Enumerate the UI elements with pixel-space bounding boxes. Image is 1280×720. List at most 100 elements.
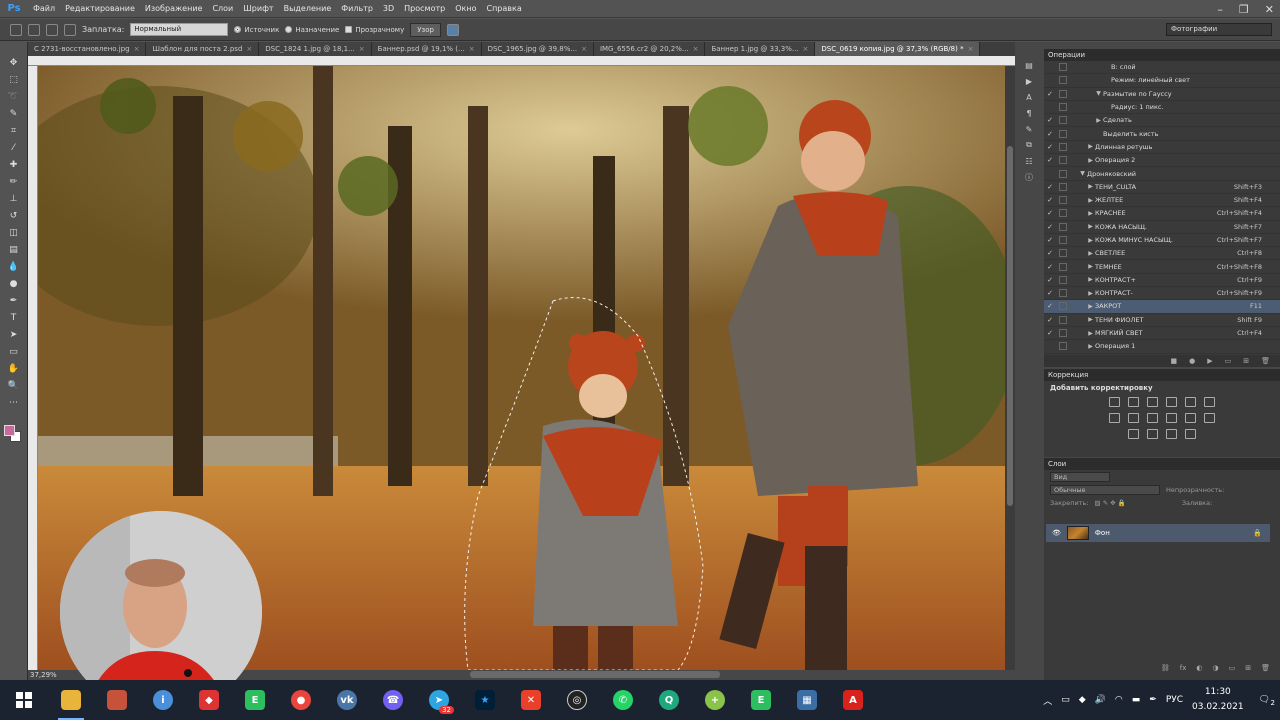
check-icon[interactable]: ✓ xyxy=(1044,156,1056,164)
check-icon[interactable]: ✓ xyxy=(1044,143,1056,151)
canvas-horizontal-scrollbar[interactable] xyxy=(470,671,720,678)
threshold-icon[interactable] xyxy=(1147,429,1158,439)
patch-mode-select[interactable]: Нормальный xyxy=(130,23,229,36)
clone-stamp-icon[interactable]: ⊥ xyxy=(7,192,21,206)
dialog-toggle-icon[interactable] xyxy=(1059,182,1067,191)
brush-preset-icon[interactable]: ✎ xyxy=(1023,124,1035,134)
channel-mixer-icon[interactable] xyxy=(1166,413,1177,423)
menu-help[interactable]: Справка xyxy=(481,4,526,13)
dialog-toggle-icon[interactable] xyxy=(1059,315,1067,324)
obs-app[interactable]: ◎ xyxy=(554,680,600,720)
chevron-right-icon[interactable]: ▶ xyxy=(1086,276,1095,283)
dialog-toggle-icon[interactable] xyxy=(1059,63,1067,72)
plus-app[interactable]: + xyxy=(692,680,738,720)
language-indicator[interactable]: РУС xyxy=(1166,695,1183,705)
action-row[interactable]: ✓ ▶ КОЖА НАСЫЩ. Shift+F7 xyxy=(1044,221,1280,234)
menu-layers[interactable]: Слои xyxy=(207,4,238,13)
new-action-icon[interactable]: ⊞ xyxy=(1243,357,1249,365)
tab-document[interactable]: DSC_1824 1.jpg @ 18,1... × xyxy=(259,42,372,56)
delete-icon[interactable]: 🗑 xyxy=(1261,357,1270,365)
action-row[interactable]: ✓ ▶ ЗАКРОТ F11 xyxy=(1044,300,1280,314)
keyboard-icon[interactable]: ▬ xyxy=(1132,695,1141,705)
volume-icon[interactable]: 🔊 xyxy=(1095,695,1106,705)
xmind-app[interactable]: ✕ xyxy=(508,680,554,720)
paragraph-icon[interactable]: ¶ xyxy=(1023,108,1035,118)
fx-icon[interactable]: fx xyxy=(1180,664,1187,676)
notifications-icon[interactable]: 🗨 2 xyxy=(1259,695,1275,707)
action-row[interactable]: Радиус: 1 пикс. xyxy=(1044,101,1280,115)
dialog-toggle-icon[interactable] xyxy=(1059,142,1067,151)
levels-icon[interactable] xyxy=(1128,397,1139,407)
restore-icon[interactable]: ❐ xyxy=(1239,3,1249,16)
check-icon[interactable]: ✓ xyxy=(1044,130,1056,138)
shape-tool-icon[interactable]: ▭ xyxy=(7,345,21,359)
dialog-toggle-icon[interactable] xyxy=(1059,249,1067,258)
action-row[interactable]: ✓ ▶ Операция 2 xyxy=(1044,154,1280,168)
lasso-tool-icon[interactable]: ➰ xyxy=(7,90,21,104)
wifi-icon[interactable]: ◠ xyxy=(1115,695,1123,705)
chevron-right-icon[interactable]: ▶ xyxy=(1086,303,1095,310)
check-icon[interactable]: ✓ xyxy=(1044,289,1056,297)
color-lookup-icon[interactable] xyxy=(1185,413,1196,423)
brightness-icon[interactable] xyxy=(1109,397,1120,407)
dodge-tool-icon[interactable]: ● xyxy=(7,277,21,291)
tab-document[interactable]: Баннер.psd @ 19,1% (... × xyxy=(371,42,482,56)
close-icon[interactable]: ✕ xyxy=(1265,3,1274,16)
dialog-toggle-icon[interactable] xyxy=(1059,209,1067,218)
chevron-right-icon[interactable]: ▶ xyxy=(1086,223,1095,230)
dialog-toggle-icon[interactable] xyxy=(1059,262,1067,271)
horizontal-ruler[interactable] xyxy=(28,56,1015,66)
chevron-right-icon[interactable]: ▶ xyxy=(1086,290,1095,297)
stop-icon[interactable]: ■ xyxy=(1170,357,1177,365)
action-row[interactable]: ✓ ▶ МЯГКИЙ СВЕТ Ctrl+F4 xyxy=(1044,327,1280,341)
check-icon[interactable]: ✓ xyxy=(1044,249,1056,257)
whatsapp-app[interactable]: ✆ xyxy=(600,680,646,720)
dialog-toggle-icon[interactable] xyxy=(1059,342,1067,351)
check-icon[interactable]: ✓ xyxy=(1044,316,1056,324)
close-icon[interactable]: × xyxy=(469,45,475,53)
destination-radio[interactable]: Назначение xyxy=(285,26,339,34)
adjustment-layer-icon[interactable]: ◑ xyxy=(1213,664,1219,676)
dialog-toggle-icon[interactable] xyxy=(1059,169,1067,178)
tab-document[interactable]: Шаблон для поста 2.psd × xyxy=(146,42,260,56)
dialog-toggle-icon[interactable] xyxy=(1059,156,1067,165)
check-icon[interactable]: ✓ xyxy=(1044,329,1056,337)
close-icon[interactable]: × xyxy=(693,45,699,53)
check-icon[interactable]: ✓ xyxy=(1044,276,1056,284)
exposure-icon[interactable] xyxy=(1166,397,1177,407)
action-row[interactable]: ✓ ▶ ТЕНИ ФИОЛЕТ Shift F9 xyxy=(1044,314,1280,327)
posterize-icon[interactable] xyxy=(1128,429,1139,439)
minimize-icon[interactable]: – xyxy=(1217,3,1223,16)
dialog-toggle-icon[interactable] xyxy=(1059,329,1067,338)
info-icon[interactable]: ⓘ xyxy=(1023,172,1035,182)
patch-tool-icon[interactable] xyxy=(10,23,22,36)
action-row[interactable]: ✓ ▶ КОЖА МИНУС НАСЫЩ. Ctrl+Shift+F7 xyxy=(1044,234,1280,248)
chevron-right-icon[interactable]: ▶ xyxy=(1086,210,1095,217)
dialog-toggle-icon[interactable] xyxy=(1059,222,1067,231)
telegram-app[interactable]: ➤ 32 xyxy=(416,680,462,720)
photoshop-app[interactable]: ★ xyxy=(462,680,508,720)
source-radio[interactable]: Источник xyxy=(234,26,279,34)
action-row[interactable]: ✓ ▼ Размытие по Гауссу xyxy=(1044,88,1280,101)
start-button[interactable] xyxy=(0,680,48,720)
menu-edit[interactable]: Редактирование xyxy=(60,4,140,13)
chevron-right-icon[interactable]: ▶ xyxy=(1086,183,1095,190)
qip-app[interactable]: Q xyxy=(646,680,692,720)
acrobat-app[interactable]: A xyxy=(830,680,876,720)
tab-document[interactable]: С 2731-восстановлено.jpg × xyxy=(28,42,147,56)
pen-icon[interactable]: ✒ xyxy=(1149,695,1157,705)
calculator-app[interactable]: ▦ xyxy=(784,680,830,720)
actions-panel-title[interactable]: Операции xyxy=(1044,49,1280,61)
hand-tool-icon[interactable]: ✋ xyxy=(7,362,21,376)
close-icon[interactable]: × xyxy=(134,45,140,53)
viber-app[interactable]: ☎ xyxy=(370,680,416,720)
chevron-right-icon[interactable]: ▶ xyxy=(1086,237,1095,244)
chevron-up-icon[interactable]: ︿ xyxy=(1043,694,1052,707)
adjustments-panel-title[interactable]: Коррекция xyxy=(1044,369,1280,381)
canvas-vertical-scrollbar[interactable] xyxy=(1005,66,1015,670)
dialog-toggle-icon[interactable] xyxy=(1059,196,1067,205)
check-icon[interactable]: ✓ xyxy=(1044,302,1056,310)
dropbox-icon[interactable]: ◆ xyxy=(1079,695,1086,705)
chevron-down-icon[interactable]: ▼ xyxy=(1094,90,1103,97)
action-row[interactable]: ✓ ▶ СВЕТЛЕЕ Ctrl+F8 xyxy=(1044,247,1280,261)
